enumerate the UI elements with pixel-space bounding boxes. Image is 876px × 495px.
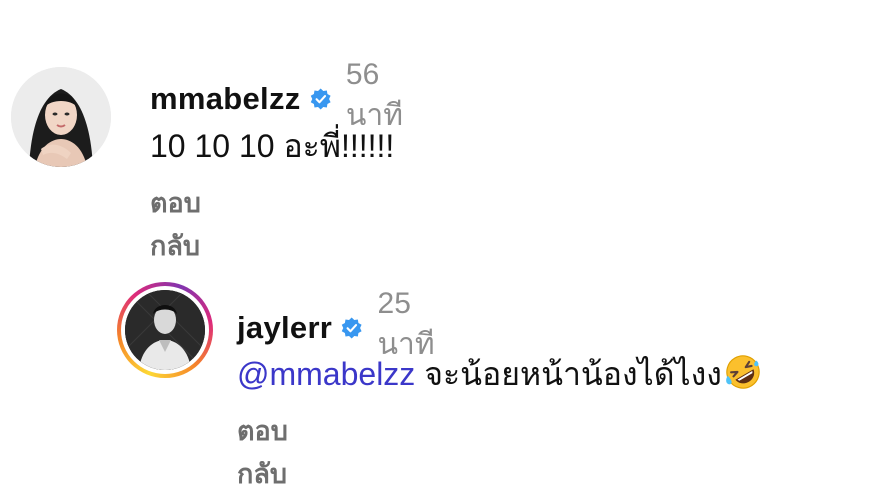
comment-text: @mmabelzz จะน้อยหน้าน้องได้ไงง <box>237 349 762 400</box>
avatar-mmabelzz[interactable] <box>11 67 111 167</box>
mention-link[interactable]: @mmabelzz <box>237 356 415 392</box>
reply-button[interactable]: ตอบกลับ <box>237 409 288 495</box>
story-ring[interactable] <box>117 282 213 378</box>
comment-text: 10 10 10 อะพี่!!!!!! <box>150 128 395 164</box>
reply-button[interactable]: ตอบกลับ <box>150 181 201 267</box>
verified-badge-icon <box>310 88 331 109</box>
username[interactable]: jaylerr <box>237 310 332 346</box>
comment-body: จะน้อยหน้าน้องได้ไงง <box>415 356 722 392</box>
rolling-on-the-floor-laughing-emoji-icon <box>725 355 760 389</box>
username[interactable]: mmabelzz <box>150 81 301 117</box>
verified-badge-icon <box>341 317 362 338</box>
avatar-jaylerr[interactable] <box>125 290 205 370</box>
